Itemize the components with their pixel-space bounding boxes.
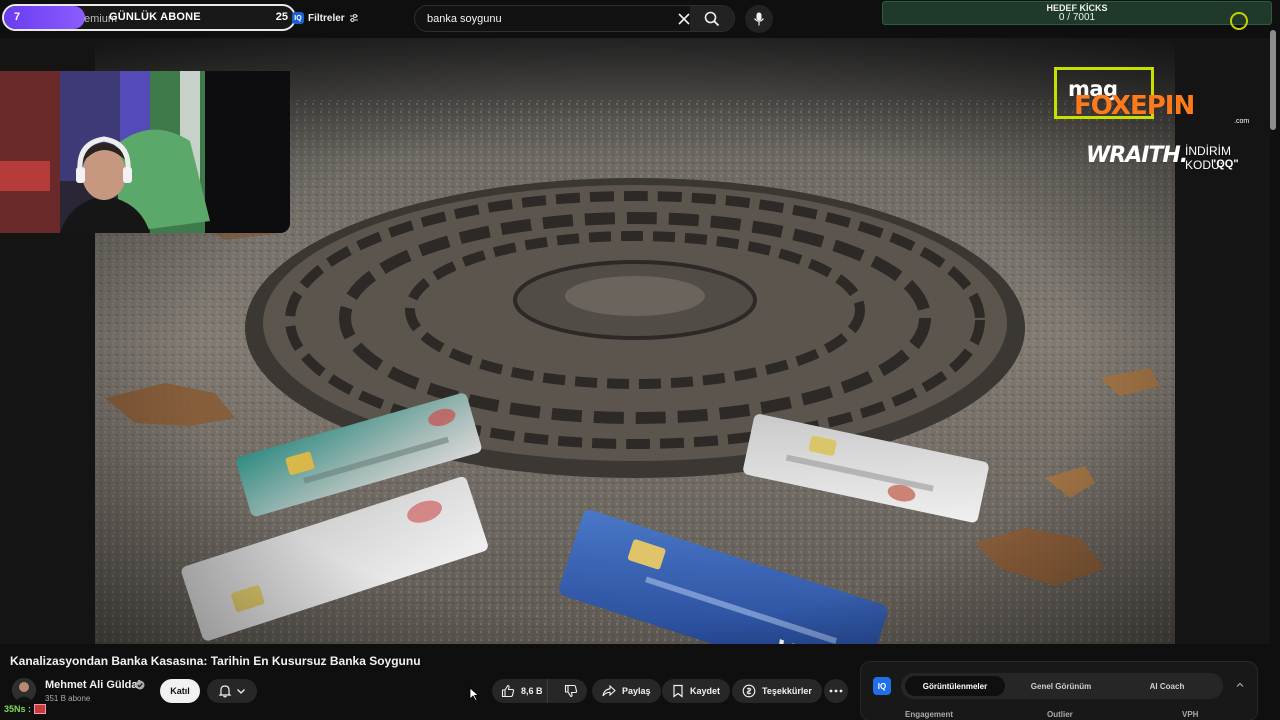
notification-button[interactable]: [207, 679, 257, 703]
share-label: Paylaş: [622, 686, 651, 696]
share-icon: [602, 684, 616, 697]
join-button[interactable]: Katıl: [160, 679, 200, 703]
avatar-art: [12, 678, 36, 702]
save-button[interactable]: Kaydet: [662, 679, 731, 703]
kicks-goal-widget: HEDEF KİCKS 0 / 7001: [882, 1, 1272, 25]
chat-emote-icon: [34, 704, 47, 714]
search-box[interactable]: banka soygunu: [414, 5, 735, 32]
mic-icon: [754, 12, 764, 26]
account-avatar[interactable]: [1230, 12, 1248, 30]
kicks-goal-value: 0 / 7001: [1058, 12, 1096, 23]
chevron-down-icon: [237, 689, 245, 694]
thumb-up-icon: [501, 684, 515, 698]
page-scrollbar[interactable]: [1270, 30, 1276, 130]
chat-message: 35Ns :: [4, 704, 47, 714]
subscriber-goal-target: 25: [275, 11, 288, 23]
filters-label: Filtreler: [308, 12, 345, 24]
filters-iq-badge: IQ: [292, 12, 304, 24]
top-bar: emium 7 GÜNLÜK ABONE 25 IQ Filtreler ban…: [0, 0, 1280, 38]
mouse-cursor-icon: [469, 687, 479, 701]
like-dislike-group: 8,6 B: [492, 679, 587, 703]
thanks-label: Teşekkürler: [762, 686, 812, 696]
subscriber-goal-title: GÜNLÜK ABONE: [109, 11, 201, 23]
more-actions-button[interactable]: [824, 679, 848, 703]
webcam-art: [0, 71, 290, 233]
column-engagement: Engagement: [905, 710, 954, 719]
column-outlier: Outlier: [1047, 710, 1073, 719]
save-label: Kaydet: [690, 686, 721, 696]
channel-name[interactable]: Mehmet Ali Güldal: [45, 679, 141, 691]
search-button[interactable]: [690, 6, 734, 31]
sliders-icon: [349, 14, 358, 22]
video-player[interactable]: VISA mag FOXEPIN .com WRA: [0, 38, 1270, 644]
dislike-button[interactable]: [554, 679, 587, 703]
thanks-icon: [742, 684, 756, 698]
thanks-button[interactable]: Teşekkürler: [732, 679, 822, 703]
analytics-tabbar: Görüntülenmeler Genel Görünüm AI Coach: [901, 673, 1223, 699]
search-icon: [704, 11, 720, 26]
tab-overview[interactable]: Genel Görünüm: [1011, 676, 1111, 696]
tab-ai-coach[interactable]: AI Coach: [1117, 676, 1217, 696]
sponsor-domain: .com: [1234, 118, 1250, 125]
video-title: Kanalizasyondan Banka Kasasına: Tarihin …: [10, 654, 421, 668]
tab-views[interactable]: Görüntülenmeler: [905, 676, 1005, 696]
bookmark-icon: [673, 684, 683, 698]
search-input[interactable]: banka soygunu: [427, 13, 502, 25]
filters-button[interactable]: IQ Filtreler: [292, 8, 359, 28]
sponsor-wraith-logo: WRAITH.: [1086, 143, 1188, 168]
sponsor-overlay: mag FOXEPIN .com WRAITH. İNDİRİM KODU: "…: [1054, 67, 1264, 177]
iq-badge[interactable]: IQ: [873, 677, 891, 695]
streamer-webcam: [0, 71, 290, 233]
column-vph: VPH: [1182, 710, 1199, 719]
subscriber-goal-widget: emium 7 GÜNLÜK ABONE 25: [2, 4, 296, 31]
chat-username: 35Ns :: [4, 704, 32, 714]
sponsor-brand: FOXEPIN: [1074, 91, 1195, 121]
subscriber-goal-current: 7: [14, 11, 21, 23]
like-count: 8,6 B: [521, 686, 543, 696]
subscriber-count: 351 B abone: [45, 694, 91, 703]
bell-icon: [218, 685, 232, 698]
discount-code: "QQ": [1211, 158, 1239, 170]
more-icon: [829, 689, 843, 693]
voice-search-button[interactable]: [745, 5, 773, 33]
thumb-down-icon: [564, 684, 577, 698]
channel-avatar[interactable]: [12, 678, 36, 702]
like-button[interactable]: 8,6 B: [492, 679, 549, 703]
share-button[interactable]: Paylaş: [592, 679, 661, 703]
analytics-panel: IQ Görüntülenmeler Genel Görünüm AI Coac…: [860, 661, 1258, 720]
verified-icon: [135, 680, 145, 690]
chevron-up-icon[interactable]: [1235, 680, 1245, 690]
